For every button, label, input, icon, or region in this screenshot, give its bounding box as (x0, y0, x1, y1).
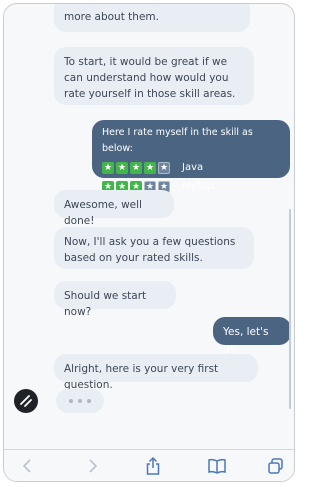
typing-dot (69, 399, 73, 403)
star-icon: ★ (130, 161, 142, 174)
skill-name: MySQL (182, 180, 217, 192)
bot-message: Now, I'll ask you a few questions based … (54, 227, 254, 269)
typing-dot (87, 399, 91, 403)
bot-message: Should we start now? (54, 281, 176, 318)
bot-message: To start, it would be great if we can un… (54, 47, 254, 105)
share-icon[interactable] (143, 456, 163, 476)
tabs-icon[interactable] (266, 456, 286, 476)
rating-row-java: ★ ★ ★ ★ ★ Java (102, 159, 280, 176)
rating-caption: Here I rate myself in the skill as below… (102, 127, 253, 154)
star-icon: ★ (116, 161, 128, 174)
star-outline-icon: ★ (158, 161, 170, 174)
bot-message: Awesome, well done! (54, 190, 174, 227)
bot-avatar-icon (14, 389, 38, 413)
forward-icon[interactable] (82, 456, 102, 476)
bot-message: Alright, here is your very first questio… (54, 354, 258, 391)
browser-toolbar (4, 449, 294, 481)
typing-indicator (56, 389, 104, 413)
bookmarks-icon[interactable] (207, 456, 227, 476)
star-icon: ★ (144, 161, 156, 174)
scrollbar[interactable] (289, 209, 291, 409)
typing-dot (78, 399, 82, 403)
star-icon: ★ (102, 161, 114, 174)
phone-frame: more about them. To start, it would be g… (3, 3, 295, 482)
user-message: Yes, let's go. (213, 317, 291, 354)
skill-name: Java (182, 161, 204, 173)
bot-message: more about them. (54, 4, 250, 32)
chat-thread: more about them. To start, it would be g… (4, 4, 294, 452)
user-message-rating: Here I rate myself in the skill as below… (92, 120, 290, 193)
back-icon[interactable] (18, 456, 38, 476)
